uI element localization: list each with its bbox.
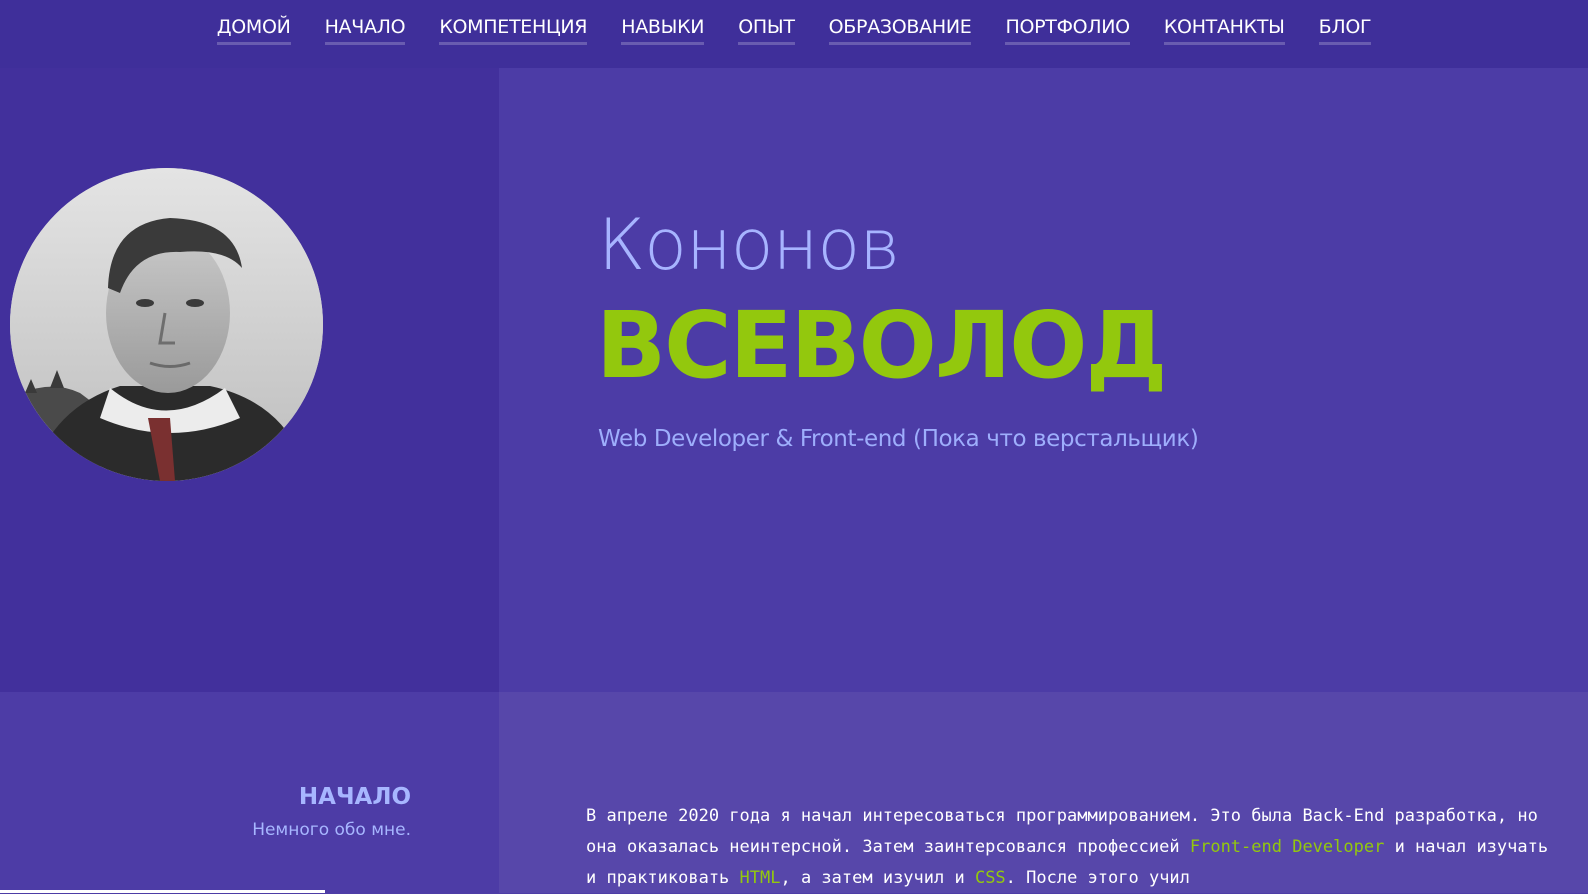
nav-link-competence[interactable]: КОМПЕТЕНЦИЯ [439,16,588,45]
nav-link-start[interactable]: НАЧАЛО [324,16,406,45]
nav-link-skills[interactable]: НАВЫКИ [621,16,705,45]
hero-subtitle: Web Developer & Front-end (Пока что верс… [598,426,1199,452]
section-title: НАЧАЛО [298,784,411,810]
about-text-part: . После этого учил [1005,868,1190,888]
nav-link-contacts[interactable]: КОНТАНКТЫ [1163,16,1285,45]
avatar [10,168,323,481]
nav-link-experience[interactable]: ОПЫТ [738,16,795,45]
profile-photo [10,168,323,481]
highlight-html: HTML [739,868,781,888]
about-text-part: , а затем изучил и [780,868,975,888]
nav-link-education[interactable]: ОБРАЗОВАНИЕ [828,16,972,45]
highlight-css: CSS [974,868,1006,888]
about-left-panel [0,692,499,893]
nav-link-blog[interactable]: БЛОГ [1318,16,1372,45]
top-navigation: ДОМОЙ НАЧАЛО КОМПЕТЕНЦИЯ НАВЫКИ ОПЫТ ОБР… [0,0,1588,68]
hero-last-name: Кононов [598,204,900,286]
hero-first-name: ВСЕВОЛОД [596,292,1167,399]
nav-link-portfolio[interactable]: ПОРТФОЛИО [1005,16,1130,45]
highlight-frontend: Front-end Developer [1189,837,1385,857]
nav-link-home[interactable]: ДОМОЙ [216,16,291,45]
about-text: В апреле 2020 года я начал интересоватьс… [586,801,1556,894]
section-subtitle: Немного обо мне. [252,820,411,840]
